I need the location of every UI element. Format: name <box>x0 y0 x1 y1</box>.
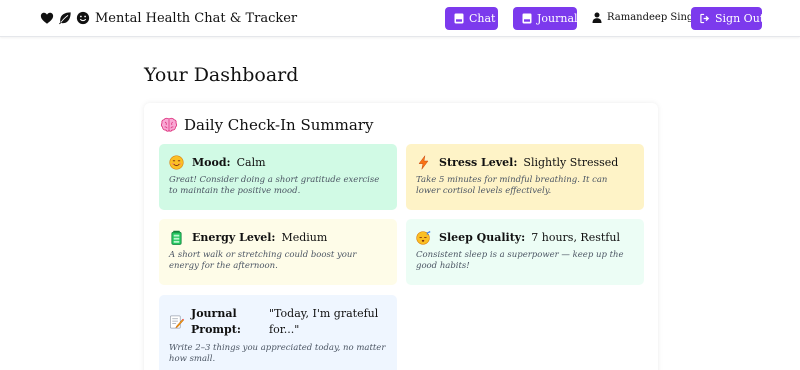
heart-icon <box>40 11 54 25</box>
chat-button-label: Chat <box>469 12 496 25</box>
chat-button[interactable]: Chat <box>445 7 498 30</box>
user-name: Ramandeep Singh <box>607 12 700 23</box>
energy-tip: A short walk or stretching could boost y… <box>169 250 357 271</box>
stress-label: Stress Level: <box>439 155 518 169</box>
mood-tip: Great! Consider doing a short gratitude … <box>169 175 380 196</box>
energy-label: Energy Level: <box>192 230 276 244</box>
sign-out-label: Sign Out <box>715 12 765 25</box>
smile-icon <box>76 11 90 25</box>
lightning-icon <box>416 155 431 170</box>
mood-value: Calm <box>236 155 266 169</box>
energy-value: Medium <box>281 230 328 244</box>
stress-value: Slightly Stressed <box>523 155 619 169</box>
journal-prompt-tip: Write 2–3 things you appreciated today, … <box>169 343 386 364</box>
mood-label: Mood: <box>192 155 231 169</box>
energy-card: Energy Level: Medium A short walk or str… <box>159 219 397 285</box>
journal-prompt-card: Journal Prompt: "Today, I'm grateful for… <box>159 295 397 370</box>
book-icon <box>522 13 532 24</box>
sleep-value: 7 hours, Restful <box>531 230 620 244</box>
sleep-tip: Consistent sleep is a superpower — keep … <box>416 250 624 271</box>
stress-card: Stress Level: Slightly Stressed Take 5 m… <box>406 144 644 210</box>
journal-prompt-label: Journal Prompt: <box>191 307 241 336</box>
user-info[interactable]: Ramandeep Singh <box>592 12 700 23</box>
leaf-icon <box>58 11 72 25</box>
brand-icons <box>40 11 90 25</box>
battery-icon <box>169 230 184 245</box>
chat-icon <box>454 13 464 24</box>
journal-button[interactable]: Journal <box>513 7 578 30</box>
smiling-face-icon <box>169 154 184 170</box>
user-icon <box>592 12 602 23</box>
top-navbar: Mental Health Chat & Tracker Chat Journa… <box>0 0 800 37</box>
sign-out-icon <box>700 13 710 24</box>
sleeping-face-icon: zz <box>416 230 431 245</box>
sign-out-button[interactable]: Sign Out <box>691 7 765 30</box>
journal-button-label: Journal <box>537 12 578 25</box>
summary-heading: Daily Check-In Summary <box>160 116 373 134</box>
brain-icon <box>160 116 178 134</box>
app-title: Mental Health Chat & Tracker <box>95 10 298 26</box>
memo-icon <box>169 314 184 330</box>
sleep-card: zz Sleep Quality: 7 hours, Restful Consi… <box>406 219 644 285</box>
mood-card: Mood: Calm Great! Consider doing a short… <box>159 144 397 210</box>
journal-prompt-value: "Today, I'm grateful for..." <box>269 307 379 336</box>
svg-text:z: z <box>428 230 430 234</box>
stress-tip: Take 5 minutes for mindful breathing. It… <box>416 175 608 196</box>
sleep-label: Sleep Quality: <box>439 230 526 244</box>
brand[interactable]: Mental Health Chat & Tracker <box>40 9 297 27</box>
page-title: Your Dashboard <box>144 64 299 86</box>
summary-title: Daily Check-In Summary <box>184 116 374 134</box>
